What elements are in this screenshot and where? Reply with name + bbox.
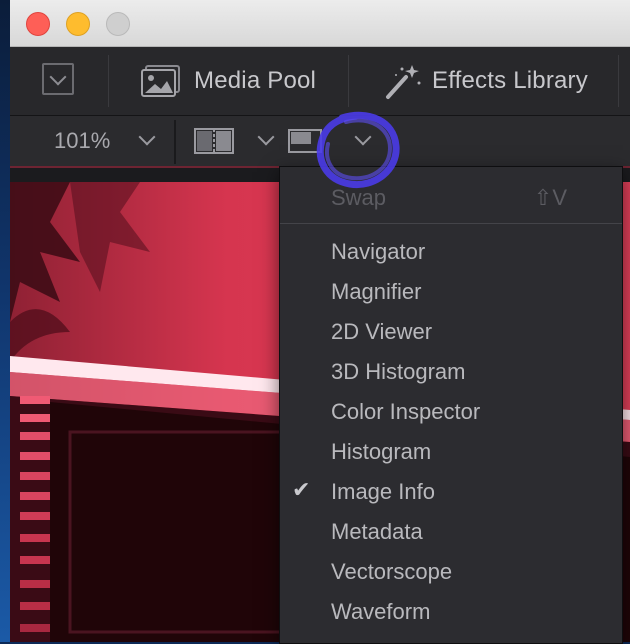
zoom-level: 101% — [54, 128, 111, 153]
menu-item-vectorscope[interactable]: Vectorscope — [280, 551, 622, 591]
chevron-down-icon — [49, 68, 67, 86]
checkmark-icon: ✔ — [292, 477, 311, 502]
close-window-button[interactable] — [26, 12, 50, 36]
toolbar-divider — [108, 55, 109, 107]
viewer-mode-dropdown[interactable] — [286, 116, 386, 166]
viewer-mode-menu: Swap ⇧V Navigator Magnifier 2D Viewer 3D… — [279, 166, 623, 644]
menu-item-label: 3D Histogram — [331, 359, 466, 384]
menu-item-label: Navigator — [331, 239, 426, 264]
menu-item-label: Swap — [331, 185, 387, 210]
menu-item-label: Image Info — [331, 479, 435, 504]
minimize-window-button[interactable] — [66, 12, 90, 36]
zoom-dropdown[interactable]: 101% — [10, 116, 175, 166]
menu-separator — [280, 223, 622, 224]
menu-item-label: Vectorscope — [331, 559, 453, 584]
menu-item-2d-viewer[interactable]: 2D Viewer — [280, 311, 622, 351]
menu-item-label: Color Inspector — [331, 399, 481, 424]
main-toolbar: Media Pool Effects Library — [10, 47, 630, 116]
viewer-control-bar: 101% — [10, 116, 630, 168]
chevron-down-icon — [257, 128, 275, 146]
keyboard-shortcut: ⇧V — [533, 185, 567, 210]
split-view-dropdown[interactable] — [186, 116, 282, 166]
menu-item-navigator[interactable]: Navigator — [280, 231, 622, 271]
title-bar — [10, 0, 630, 47]
split-view-icon — [194, 128, 234, 154]
menu-item-label: 2D Viewer — [331, 319, 433, 344]
viewer-mode-icon — [288, 129, 322, 153]
menu-item-color-inspector[interactable]: Color Inspector — [280, 391, 622, 431]
menu-item-label: Waveform — [331, 599, 431, 624]
panel-toggle-button[interactable] — [42, 63, 74, 95]
menu-item-label: Histogram — [331, 439, 432, 464]
magic-wand-icon — [386, 65, 421, 99]
maximize-window-button[interactable] — [106, 12, 130, 36]
toolbar-divider — [618, 55, 619, 107]
menu-item-label: Magnifier — [331, 279, 422, 304]
effects-library-button[interactable]: Effects Library — [382, 47, 588, 115]
media-pool-label: Media Pool — [194, 67, 317, 94]
menu-item-histogram[interactable]: Histogram — [280, 431, 622, 471]
chevron-down-icon — [354, 128, 372, 146]
menu-item-label: Metadata — [331, 519, 423, 544]
menu-item-metadata[interactable]: Metadata — [280, 511, 622, 551]
chevron-down-icon — [138, 128, 156, 146]
toolbar-divider — [348, 55, 349, 107]
menu-item-image-info[interactable]: ✔ Image Info — [280, 471, 622, 511]
menu-item-magnifier[interactable]: Magnifier — [280, 271, 622, 311]
menu-item-waveform[interactable]: Waveform — [280, 591, 622, 631]
menu-item-swap[interactable]: Swap ⇧V — [280, 177, 622, 217]
media-pool-button[interactable]: Media Pool — [140, 47, 316, 115]
viewer-bar-divider — [174, 120, 176, 164]
effects-library-label: Effects Library — [432, 67, 588, 94]
photo-icon — [141, 65, 180, 97]
menu-item-3d-histogram[interactable]: 3D Histogram — [280, 351, 622, 391]
